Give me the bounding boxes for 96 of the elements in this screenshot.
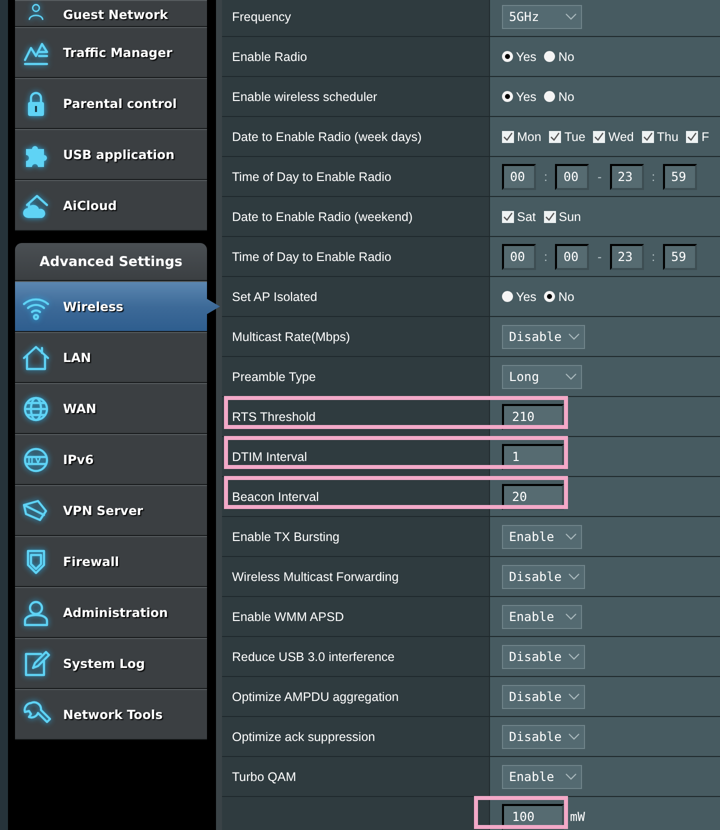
option-label: No <box>558 290 574 304</box>
sidebar-menu-item[interactable]: AiCloud <box>15 180 207 231</box>
setting-label: Wireless Multicast Forwarding <box>232 570 399 584</box>
dropdown[interactable]: Long <box>502 364 582 388</box>
option-label: No <box>558 90 574 104</box>
dropdown[interactable]: Disable <box>502 724 585 748</box>
chevron-down-icon <box>568 692 580 700</box>
setting-label: Multicast Rate(Mbps) <box>232 330 350 344</box>
sidebar-menu-item[interactable]: System Log <box>15 638 207 689</box>
dropdown[interactable]: Enable <box>502 764 582 788</box>
radio-button[interactable] <box>502 51 513 62</box>
time-field[interactable]: 00 <box>502 164 536 190</box>
dropdown[interactable]: 5GHz <box>502 4 582 28</box>
dropdown[interactable]: Disable <box>502 564 585 588</box>
chevron-down-icon <box>568 572 580 580</box>
setting-label: Enable WMM APSD <box>232 610 344 624</box>
option-label: Tue <box>564 130 586 144</box>
sidebar-menu-item[interactable]: Wireless <box>15 281 220 332</box>
option-label: Wed <box>608 130 634 144</box>
sidebar-menu-item[interactable]: Traffic Manager <box>15 27 207 78</box>
chevron-down-icon <box>568 732 580 740</box>
dropdown[interactable]: Disable <box>502 644 585 668</box>
setting-label: Reduce USB 3.0 interference <box>232 650 395 664</box>
radio-button[interactable] <box>544 291 556 302</box>
time-field[interactable]: 59 <box>663 164 698 190</box>
chevron-down-icon <box>565 372 577 380</box>
sidebar-menu-item[interactable]: WAN <box>15 383 207 434</box>
setting-label: Turbo QAM <box>232 770 296 784</box>
separator-text: : <box>650 170 656 184</box>
setting-label: Optimize ack suppression <box>232 730 376 744</box>
option-label: F <box>701 130 710 144</box>
setting-label: Frequency <box>232 10 292 24</box>
checkbox[interactable] <box>593 130 606 142</box>
time-field[interactable]: 00 <box>555 244 590 270</box>
option-label: Sun <box>558 210 582 224</box>
separator-text: : <box>543 250 548 264</box>
separator-text: - <box>596 170 603 184</box>
setting-label: RTS Threshold <box>232 410 316 424</box>
dropdown[interactable]: Enable <box>502 604 582 628</box>
checkbox[interactable] <box>686 130 698 142</box>
setting-label: Time of Day to Enable Radio <box>232 250 392 264</box>
option-label: Yes <box>516 290 536 304</box>
sidebar-menu-item[interactable]: VPN Server <box>15 485 207 536</box>
separator-text: : <box>650 250 656 264</box>
setting-label: Enable TX Bursting <box>232 530 340 544</box>
sidebar-menu-item[interactable]: Guest Network <box>15 0 207 27</box>
dropdown[interactable]: Enable <box>502 524 582 548</box>
option-label: Sat <box>517 210 536 224</box>
setting-label: Optimize AMPDU aggregation <box>232 690 399 704</box>
sidebar-menu-item[interactable]: Administration <box>15 587 207 638</box>
option-label: Thu <box>656 130 678 144</box>
dropdown[interactable]: Disable <box>502 684 585 708</box>
dropdown[interactable]: Disable <box>502 324 585 348</box>
chevron-down-icon <box>565 12 577 20</box>
setting-label: Preamble Type <box>232 370 316 384</box>
setting-label: Time of Day to Enable Radio <box>232 170 392 184</box>
time-field[interactable]: 00 <box>555 164 590 190</box>
option-label: Yes <box>516 90 536 104</box>
radio-button[interactable] <box>502 291 513 302</box>
setting-label: Enable wireless scheduler <box>232 90 378 104</box>
separator-text: - <box>596 250 603 264</box>
time-field[interactable]: 23 <box>610 244 644 270</box>
chevron-down-icon <box>568 332 580 340</box>
sidebar-menu-item[interactable]: LAN <box>15 332 207 383</box>
setting-label: Beacon Interval <box>232 490 319 504</box>
chevron-down-icon <box>568 652 580 660</box>
time-field[interactable]: 00 <box>502 244 536 270</box>
sidebar-menu-item[interactable]: Network Tools <box>15 689 207 740</box>
chevron-down-icon <box>565 532 577 540</box>
sidebar-menu-item[interactable]: IPv6 <box>15 434 207 485</box>
radio-button[interactable] <box>544 51 556 62</box>
radio-button[interactable] <box>502 91 513 102</box>
sidebar-menu-item[interactable]: Parental control <box>15 78 207 129</box>
checkbox[interactable] <box>549 130 562 142</box>
time-field[interactable]: 59 <box>663 244 698 270</box>
sidebar-menu-item[interactable]: USB application <box>15 129 207 180</box>
option-label: No <box>558 50 574 64</box>
option-label: Mon <box>517 130 542 144</box>
setting-label: DTIM Interval <box>232 450 308 464</box>
unit-label: mW <box>570 809 586 824</box>
checkbox[interactable] <box>502 130 514 142</box>
option-label: Yes <box>516 50 536 64</box>
checkbox[interactable] <box>544 210 556 222</box>
setting-label: Enable Radio <box>232 50 308 64</box>
setting-label: Date to Enable Radio (week days) <box>232 130 422 144</box>
sidebar-menu-item[interactable]: Firewall <box>15 536 207 587</box>
checkbox[interactable] <box>642 130 654 142</box>
radio-button[interactable] <box>544 91 556 102</box>
time-field[interactable]: 23 <box>610 164 644 190</box>
chevron-down-icon <box>565 772 577 780</box>
chevron-down-icon <box>565 612 577 620</box>
separator-text: : <box>543 170 548 184</box>
checkbox[interactable] <box>502 210 514 222</box>
setting-label: Date to Enable Radio (weekend) <box>232 210 413 224</box>
setting-label: Set AP Isolated <box>232 290 318 304</box>
section-header: Advanced Settings <box>15 243 207 281</box>
